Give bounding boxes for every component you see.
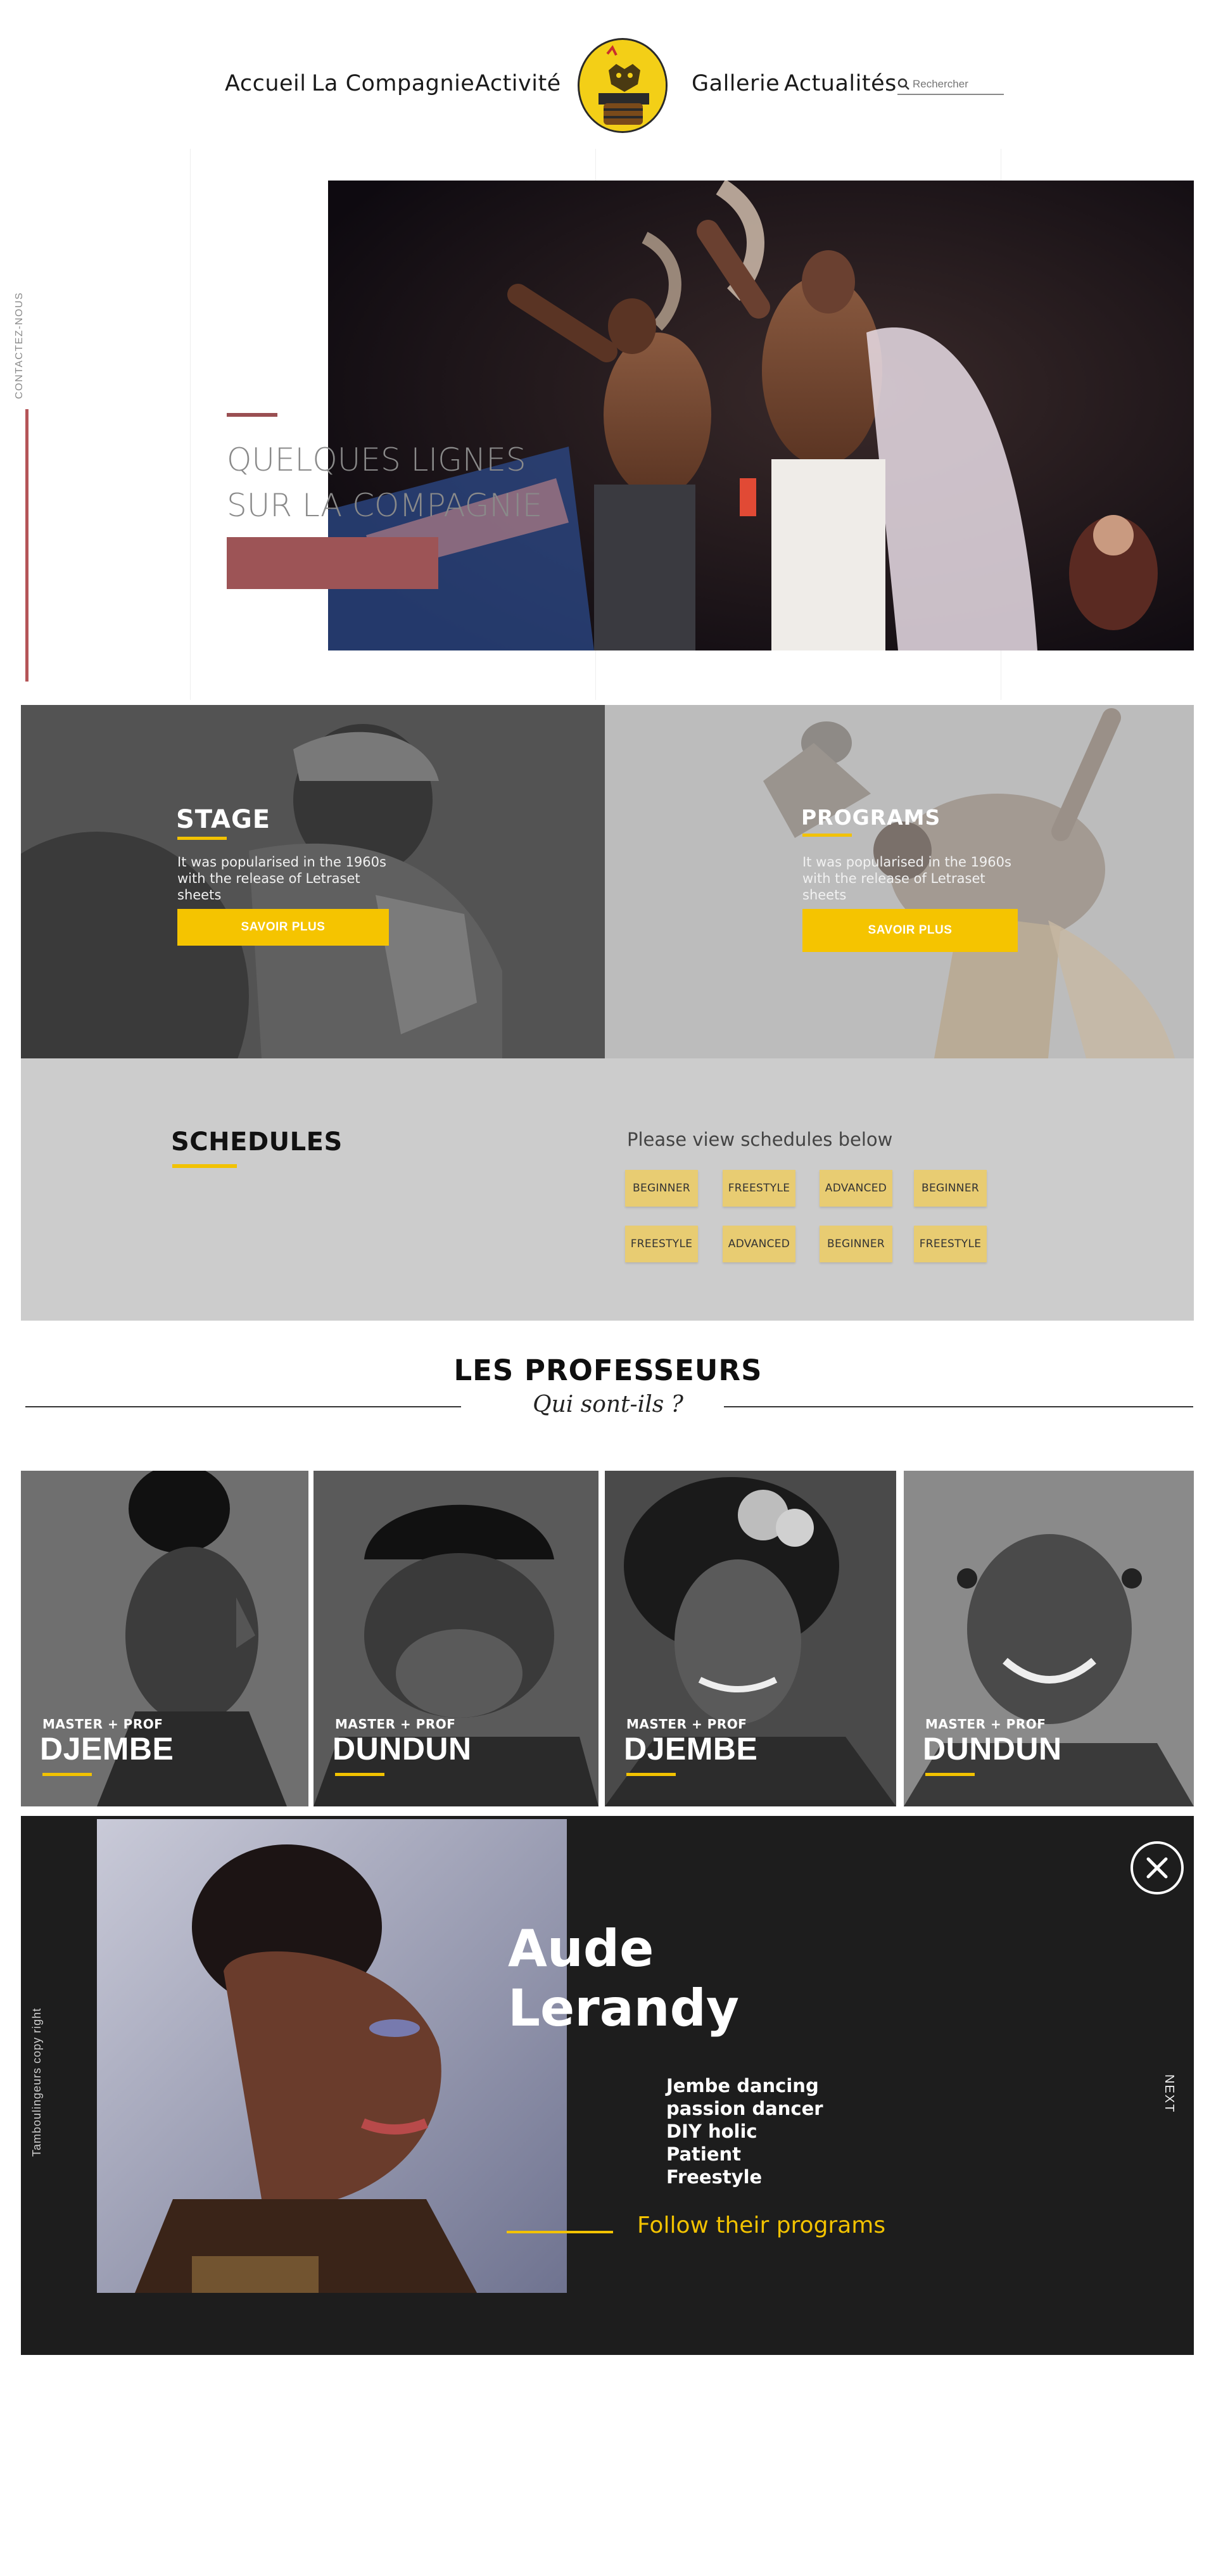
teacher-accent-line [925,1773,975,1776]
teacher-role: MASTER + PROF [335,1716,456,1732]
nav-activite[interactable]: Activité [475,71,561,96]
teacher-card[interactable]: MASTER + PROF DJEMBE [605,1471,896,1806]
teacher-instrument: DJEMBE [40,1731,174,1767]
schedule-chip[interactable]: ADVANCED [723,1226,795,1262]
nav-la-compagnie[interactable]: La Compagnie [312,71,474,96]
card-text: It was popularised in the 1960s with the… [802,854,1011,903]
stage-savoir-plus-button[interactable]: SAVOIR PLUS [177,909,389,946]
trait-item: DIY holic [666,2121,757,2142]
hero-accent-line [227,413,277,417]
card-accent-line [802,834,852,837]
teacher-card[interactable]: MASTER + PROF DJEMBE [21,1471,308,1806]
search-input[interactable] [913,76,1004,92]
teacher-accent-line [335,1773,384,1776]
teacher-traits: Jembe dancing passion dancer DIY holic P… [666,2074,823,2188]
logo-icon [580,43,666,131]
search-icon[interactable] [897,78,910,91]
teacher-role: MASTER + PROF [42,1716,163,1732]
nav-accueil[interactable]: Accueil [225,71,306,96]
teacher-card[interactable]: MASTER + PROF DUNDUN [314,1471,598,1806]
schedules-title: SCHEDULES [171,1127,343,1157]
trait-item: Freestyle [666,2166,763,2188]
teacher-instrument: DUNDUN [332,1731,472,1767]
search-box [897,76,1004,95]
side-accent-bar [25,409,28,682]
profile-photo [97,1819,567,2293]
hero-dancers-photo [328,181,1194,650]
schedules-panel [21,1058,1194,1321]
schedule-chip[interactable]: BEGINNER [625,1170,698,1207]
trait-item: Patient [666,2143,742,2165]
professeurs-title: LES PROFESSEURS [453,1354,763,1387]
schedule-chip[interactable]: ADVANCED [820,1170,892,1207]
programs-savoir-plus-button[interactable]: SAVOIR PLUS [802,909,1018,952]
teacher-role: MASTER + PROF [925,1716,1046,1732]
copyright-side-label: Tamboulingeurs copy right [30,2007,43,2157]
guide-line [190,149,191,700]
teacher-instrument: DJEMBE [624,1731,758,1767]
schedule-chip[interactable]: BEGINNER [914,1170,987,1207]
next-button[interactable]: NEXT [1161,2074,1176,2119]
hero-image [328,181,1194,650]
card-title: PROGRAMS [801,805,941,830]
close-icon [1146,1857,1168,1879]
card-text: It was popularised in the 1960s with the… [177,854,386,903]
close-button[interactable] [1130,1841,1184,1894]
teacher-accent-line [42,1773,92,1776]
teacher-instrument: DUNDUN [923,1731,1062,1767]
schedule-chip[interactable]: FREESTYLE [723,1170,795,1207]
stage-card: STAGE It was popularised in the 1960s wi… [21,705,605,1058]
card-title: STAGE [176,805,271,834]
trait-item: Jembe dancing [666,2075,819,2097]
teacher-role: MASTER + PROF [626,1716,747,1732]
schedule-chip[interactable]: FREESTYLE [914,1226,987,1262]
contact-side-link[interactable]: CONTACTEZ-NOUS [14,247,29,399]
schedules-accent-line [172,1164,237,1168]
teacher-accent-line [626,1773,676,1776]
schedule-chip[interactable]: BEGINNER [820,1226,892,1262]
professeurs-subtitle: Qui sont-ils ? [533,1392,683,1418]
nav-actualites[interactable]: Actualités [784,71,897,96]
hero-title: QUELQUES LIGNES SUR LA COMPAGNIE [227,441,543,524]
drum-lion-logo[interactable] [578,38,668,133]
card-accent-line [177,837,227,840]
schedule-chip[interactable]: FREESTYLE [625,1226,698,1262]
programs-card: PROGRAMS It was popularised in the 1960s… [605,705,1194,1058]
profile-image [97,1819,567,2293]
trait-item: passion dancer [666,2098,823,2119]
hero-cta-button[interactable] [227,537,438,589]
schedules-subtitle: Please view schedules below [627,1129,893,1150]
follow-programs-link[interactable]: Follow their programs [637,2212,885,2238]
teacher-card[interactable]: MASTER + PROF DUNDUN [904,1471,1194,1806]
nav-gallerie[interactable]: Gallerie [692,71,780,96]
follow-accent-line [507,2231,613,2233]
teacher-name: Aude Lerandy [508,1919,740,2038]
